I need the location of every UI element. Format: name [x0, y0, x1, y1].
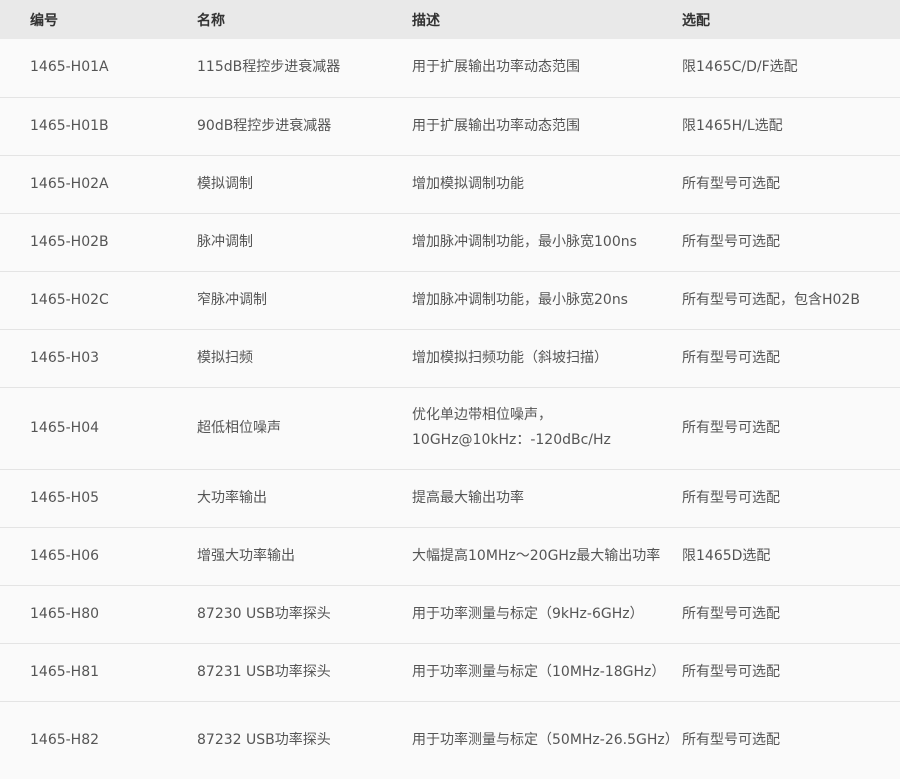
table-row: 1465-H05 大功率输出 提高最大输出功率 所有型号可选配: [0, 469, 900, 527]
cell-name: 脉冲调制: [197, 233, 253, 250]
table-row: 1465-H81 87231 USB功率探头 用于功率测量与标定（10MHz-1…: [0, 643, 900, 701]
cell-code: 1465-H82: [30, 731, 100, 748]
cell-code: 1465-H02B: [30, 233, 109, 250]
cell-description: 增加模拟扫频功能（斜坡扫描）: [412, 349, 608, 366]
cell-name: 87231 USB功率探头: [197, 663, 331, 680]
cell-option: 限1465H/L选配: [682, 117, 783, 134]
cell-description: 用于功率测量与标定（10MHz-18GHz）: [412, 663, 666, 680]
cell-description: 增加模拟调制功能: [412, 175, 524, 192]
cell-code: 1465-H04: [30, 419, 100, 436]
options-table: 编号 名称 描述 选配 1465-H01A 115dB程控步进衰减器 用于扩展输…: [0, 0, 900, 779]
table-row: 1465-H06 增强大功率输出 大幅提高10MHz～20GHz最大输出功率 限…: [0, 527, 900, 585]
cell-name: 115dB程控步进衰减器: [197, 59, 341, 76]
cell-name: 窄脉冲调制: [197, 291, 267, 308]
table-row: 1465-H02C 窄脉冲调制 增加脉冲调制功能，最小脉宽20ns 所有型号可选…: [0, 271, 900, 329]
table-row: 1465-H02B 脉冲调制 增加脉冲调制功能，最小脉宽100ns 所有型号可选…: [0, 213, 900, 271]
cell-option: 所有型号可选配: [682, 175, 780, 192]
cell-name: 大功率输出: [197, 489, 267, 506]
cell-code: 1465-H80: [30, 605, 100, 622]
table-row: 1465-H01B 90dB程控步进衰减器 用于扩展输出功率动态范围 限1465…: [0, 97, 900, 155]
cell-option: 所有型号可选配: [682, 419, 780, 436]
cell-description: 优化单边带相位噪声，10GHz@10kHz：-120dBc/Hz: [412, 407, 611, 448]
cell-option: 所有型号可选配: [682, 663, 780, 680]
cell-option: 所有型号可选配: [682, 349, 780, 366]
cell-code: 1465-H02A: [30, 175, 109, 192]
cell-option: 所有型号可选配: [682, 605, 780, 622]
cell-name: 87232 USB功率探头: [197, 731, 331, 748]
table-row: 1465-H04 超低相位噪声 优化单边带相位噪声，10GHz@10kHz：-1…: [0, 387, 900, 469]
cell-code: 1465-H06: [30, 547, 100, 564]
cell-name: 模拟调制: [197, 175, 253, 192]
cell-description: 大幅提高10MHz～20GHz最大输出功率: [412, 547, 661, 564]
cell-option: 所有型号可选配，包含H02B: [682, 291, 860, 308]
cell-description: 用于功率测量与标定（9kHz-6GHz）: [412, 605, 644, 622]
table-row: 1465-H82 87232 USB功率探头 用于功率测量与标定（50MHz-2…: [0, 701, 900, 779]
header-option: 选配: [682, 12, 710, 29]
table-row: 1465-H80 87230 USB功率探头 用于功率测量与标定（9kHz-6G…: [0, 585, 900, 643]
cell-name: 87230 USB功率探头: [197, 605, 331, 622]
cell-code: 1465-H05: [30, 489, 100, 506]
cell-option: 所有型号可选配: [682, 233, 780, 250]
cell-code: 1465-H81: [30, 663, 100, 680]
table-row: 1465-H02A 模拟调制 增加模拟调制功能 所有型号可选配: [0, 155, 900, 213]
cell-name: 增强大功率输出: [197, 547, 295, 564]
cell-description: 提高最大输出功率: [412, 489, 524, 506]
cell-description: 用于功率测量与标定（50MHz-26.5GHz）: [412, 731, 679, 748]
cell-description: 用于扩展输出功率动态范围: [412, 117, 580, 134]
header-code: 编号: [30, 12, 58, 29]
cell-description: 用于扩展输出功率动态范围: [412, 59, 580, 76]
cell-description: 增加脉冲调制功能，最小脉宽100ns: [412, 233, 637, 250]
cell-option: 限1465D选配: [682, 547, 771, 564]
cell-code: 1465-H01B: [30, 117, 109, 134]
cell-description: 增加脉冲调制功能，最小脉宽20ns: [412, 291, 628, 308]
cell-option: 所有型号可选配: [682, 489, 780, 506]
cell-code: 1465-H02C: [30, 291, 109, 308]
cell-name: 90dB程控步进衰减器: [197, 117, 332, 134]
cell-code: 1465-H03: [30, 349, 100, 366]
cell-code: 1465-H01A: [30, 59, 109, 76]
cell-name: 超低相位噪声: [197, 419, 281, 436]
cell-name: 模拟扫频: [197, 349, 253, 366]
cell-option: 所有型号可选配: [682, 731, 780, 748]
header-name: 名称: [197, 12, 225, 29]
cell-option: 限1465C/D/F选配: [682, 59, 798, 76]
table-header-row: 编号 名称 描述 选配: [0, 0, 900, 39]
header-description: 描述: [412, 12, 440, 29]
table-row: 1465-H01A 115dB程控步进衰减器 用于扩展输出功率动态范围 限146…: [0, 39, 900, 97]
table-row: 1465-H03 模拟扫频 增加模拟扫频功能（斜坡扫描） 所有型号可选配: [0, 329, 900, 387]
